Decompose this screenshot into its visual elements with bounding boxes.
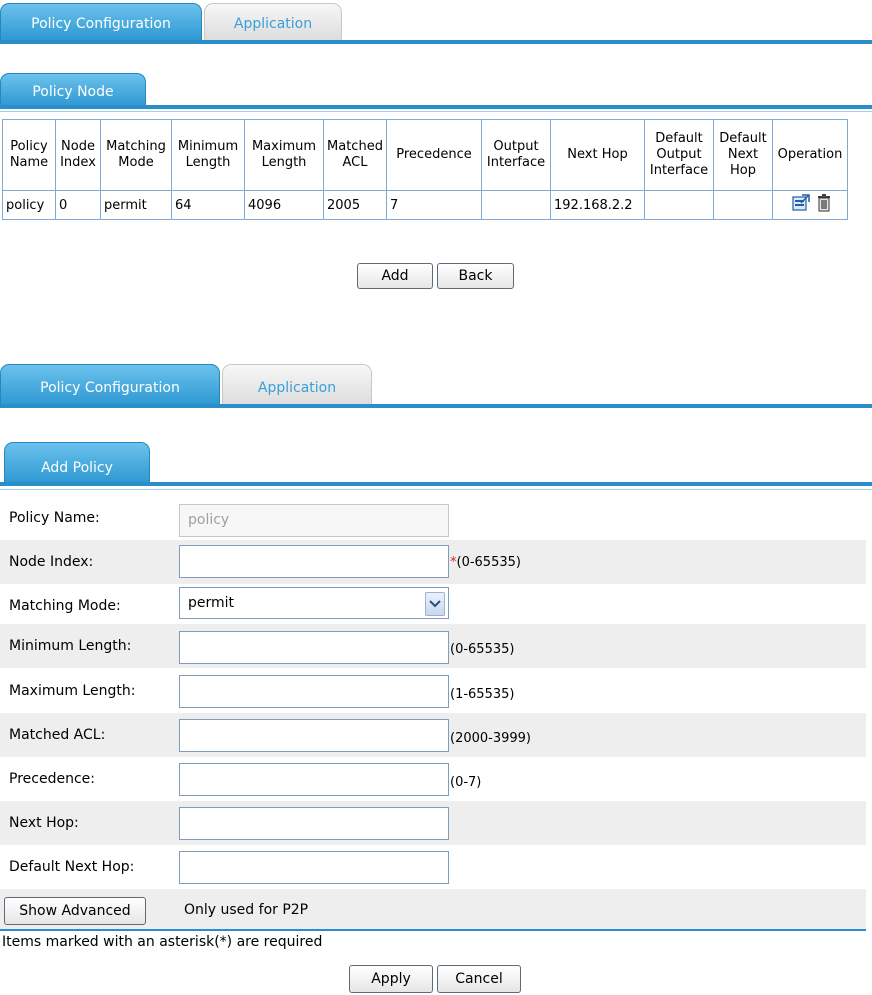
next-hop-row: Next Hop: (0, 801, 866, 845)
cell-output-interface (481, 190, 551, 220)
tab-bar-underline (0, 40, 872, 44)
precedence-field[interactable] (179, 763, 449, 796)
minimum-length-row: Minimum Length: (0-65535) (0, 624, 866, 668)
matching-mode-row: Matching Mode: permit (0, 584, 866, 628)
add-policy-tab[interactable]: Add Policy (4, 442, 150, 484)
col-matched-acl: Matched ACL (323, 119, 387, 191)
maximum-length-row: Maximum Length: (1-65535) (0, 669, 866, 713)
policy-node-header: Policy Node (0, 73, 872, 113)
back-button[interactable]: Back (437, 263, 514, 289)
col-default-output-interface: Default Output Interface (644, 119, 714, 191)
precedence-label: Precedence: (9, 771, 95, 787)
col-node-index: Node Index (55, 119, 101, 191)
tab-application[interactable]: Application (204, 3, 342, 41)
cell-matching-mode: permit (100, 190, 172, 220)
col-precedence: Precedence (386, 119, 482, 191)
cell-default-next-hop (713, 190, 773, 220)
cell-minimum-length: 64 (171, 190, 245, 220)
show-advanced-button[interactable]: Show Advanced (4, 897, 146, 925)
cell-precedence: 7 (386, 190, 482, 220)
col-operation: Operation (772, 119, 848, 191)
matching-mode-value: permit (188, 595, 235, 611)
col-next-hop: Next Hop (550, 119, 645, 191)
table-row: policy 0 permit 64 4096 2005 7 192.168.2… (2, 190, 848, 220)
default-next-hop-row: Default Next Hop: (0, 845, 866, 889)
node-index-hint: *(0-65535) (450, 555, 521, 570)
tab-application-2[interactable]: Application (222, 364, 372, 406)
policy-name-field: policy (179, 504, 449, 537)
cancel-button[interactable]: Cancel (437, 965, 521, 993)
matched-acl-field[interactable] (179, 719, 449, 752)
col-output-interface: Output Interface (481, 119, 551, 191)
form-divider (0, 929, 866, 931)
maximum-length-field[interactable] (179, 675, 449, 708)
matching-mode-label: Matching Mode: (9, 598, 121, 614)
chevron-down-icon[interactable] (425, 592, 445, 616)
section-underline-light-2 (0, 489, 872, 490)
node-index-field[interactable] (179, 545, 449, 578)
precedence-row: Precedence: (0-7) (0, 757, 866, 801)
tab-bar-underline-2 (0, 404, 872, 408)
maximum-length-label: Maximum Length: (9, 683, 136, 699)
precedence-hint: (0-7) (450, 775, 482, 790)
matched-acl-row: Matched ACL: (2000-3999) (0, 713, 866, 757)
cell-default-output-interface (644, 190, 714, 220)
policy-node-tab[interactable]: Policy Node (0, 73, 146, 107)
next-hop-field[interactable] (179, 807, 449, 840)
cell-next-hop: 192.168.2.2 (550, 190, 645, 220)
policy-name-row: Policy Name: policy (0, 496, 866, 540)
cell-operation (772, 190, 848, 220)
advanced-row: Show Advanced Only used for P2P (0, 889, 866, 929)
matching-mode-select[interactable]: permit (179, 587, 449, 619)
section-underline (0, 105, 872, 109)
policy-name-label: Policy Name: (9, 510, 100, 526)
apply-button[interactable]: Apply (349, 965, 433, 993)
col-minimum-length: Minimum Length (171, 119, 245, 191)
minimum-length-hint: (0-65535) (450, 642, 515, 657)
add-policy-header: Add Policy (0, 442, 872, 492)
node-index-label: Node Index: (9, 554, 94, 570)
only-p2p-text: Only used for P2P (184, 902, 309, 918)
col-matching-mode: Matching Mode (100, 119, 172, 191)
tab-policy-configuration[interactable]: Policy Configuration (0, 3, 202, 41)
required-note: Items marked with an asterisk(*) are req… (2, 934, 323, 950)
policy-node-table: Policy Name Node Index Matching Mode Minimu… (2, 119, 848, 220)
col-default-next-hop: Default Next Hop (713, 119, 773, 191)
tab-policy-configuration-2[interactable]: Policy Configuration (0, 364, 220, 406)
table-header-row: Policy Name Node Index Matching Mode Minimu… (2, 119, 848, 191)
maximum-length-hint: (1-65535) (450, 687, 515, 702)
minimum-length-field[interactable] (179, 631, 449, 664)
cell-maximum-length: 4096 (244, 190, 324, 220)
section-underline-2 (0, 482, 872, 486)
section-underline-light (0, 111, 872, 112)
minimum-length-label: Minimum Length: (9, 638, 132, 654)
cell-matched-acl: 2005 (323, 190, 387, 220)
second-tab-bar: Policy Configuration Application (0, 364, 872, 410)
add-button[interactable]: Add (357, 263, 433, 289)
node-index-row: Node Index: *(0-65535) (0, 540, 866, 584)
delete-icon[interactable] (817, 194, 831, 216)
matched-acl-label: Matched ACL: (9, 727, 106, 743)
cell-node-index: 0 (55, 190, 101, 220)
top-tab-bar: Policy Configuration Application (0, 3, 872, 44)
next-hop-label: Next Hop: (9, 815, 79, 831)
matched-acl-hint: (2000-3999) (450, 731, 532, 746)
col-policy-name: Policy Name (2, 119, 56, 191)
cell-policy-name: policy (2, 190, 56, 220)
default-next-hop-field[interactable] (179, 851, 449, 884)
edit-icon[interactable] (791, 194, 811, 216)
col-maximum-length: Maximum Length (244, 119, 324, 191)
default-next-hop-label: Default Next Hop: (9, 859, 135, 875)
